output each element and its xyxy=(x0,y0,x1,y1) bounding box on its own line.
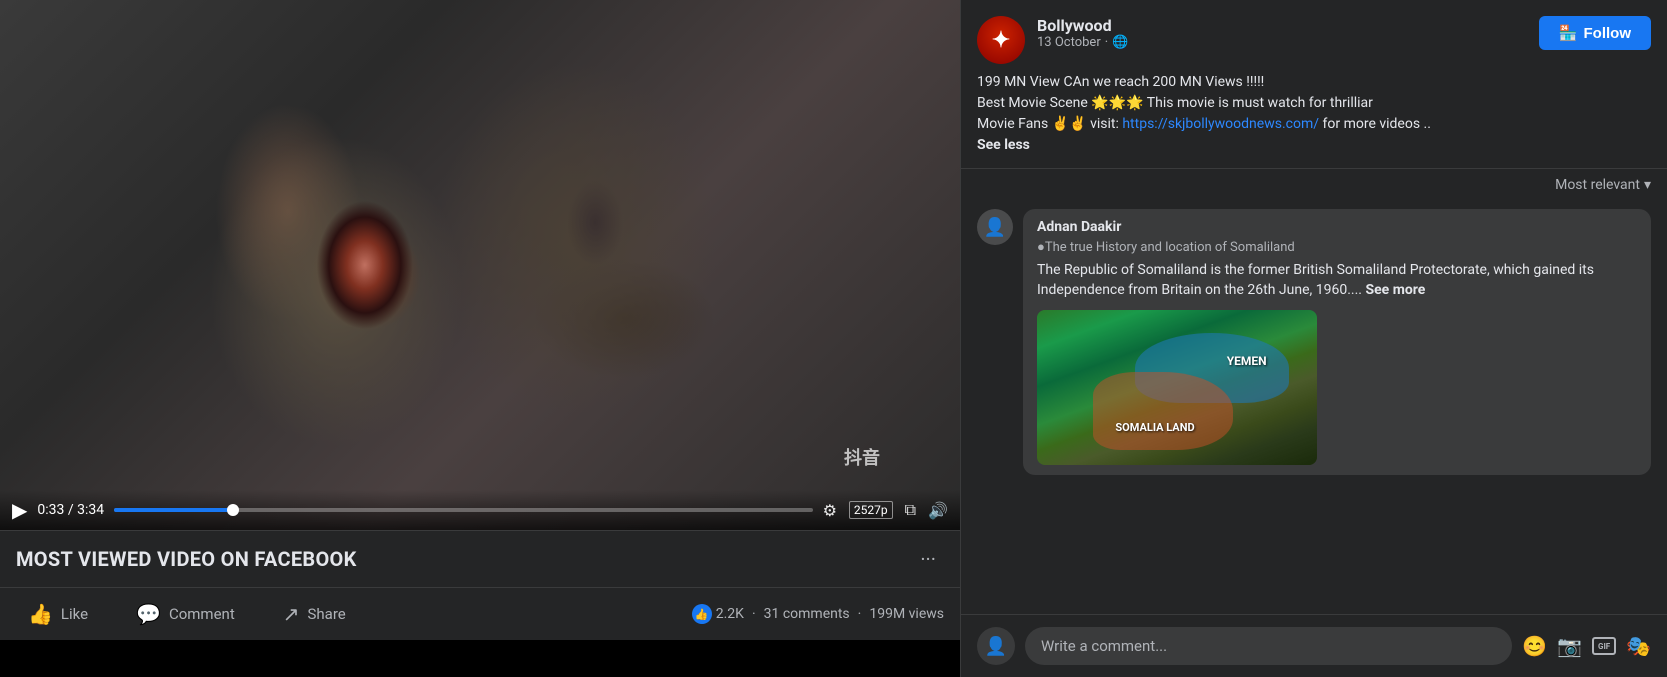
caption-line2: Best Movie Scene 🌟🌟🌟 This movie is must … xyxy=(977,93,1651,114)
separator-dot2: · xyxy=(858,606,862,622)
video-thumbnail xyxy=(0,0,960,530)
comment-input-icons: 😊 📷 GIF 🎭 xyxy=(1522,634,1651,658)
comments-section: Most relevant ▾ 👤 Adnan Daakir ●The true… xyxy=(961,168,1667,677)
control-icons: ⚙ 2527p ⧉ 🔊 xyxy=(823,500,948,520)
emoji-icon[interactable]: 😊 xyxy=(1522,634,1547,658)
post-title-bar: MOST VIEWED VIDEO ON FACEBOOK ··· xyxy=(0,530,960,587)
comment-input-box[interactable]: Write a comment... xyxy=(1025,627,1512,665)
like-label: Like xyxy=(61,605,88,623)
page-name[interactable]: Bollywood xyxy=(1037,16,1128,35)
comments-list: 👤 Adnan Daakir ●The true History and loc… xyxy=(961,201,1667,614)
map-label-somalia: SOMALIA LAND xyxy=(1115,421,1194,434)
comment-text: The Republic of Somaliland is the former… xyxy=(1037,261,1637,300)
page-meta: Bollywood 13 October · 🌐 xyxy=(1037,16,1128,50)
chevron-down-icon: ▾ xyxy=(1644,177,1651,193)
post-title: MOST VIEWED VIDEO ON FACEBOOK xyxy=(16,547,357,571)
post-date: 13 October · 🌐 xyxy=(1037,35,1128,50)
caption-line3: Movie Fans ✌✌ visit: https://skjbollywoo… xyxy=(977,114,1651,135)
comment-subtitle: ●The true History and location of Somali… xyxy=(1037,239,1637,255)
see-less-button[interactable]: See less xyxy=(977,137,1030,153)
commenter-avatar: 👤 xyxy=(977,627,1015,665)
progress-fill xyxy=(114,508,233,512)
see-more-button[interactable]: See more xyxy=(1365,282,1425,298)
more-options-button[interactable]: ··· xyxy=(912,543,944,575)
likes-value: 2.2K xyxy=(716,606,744,622)
post-header: ✦ Bollywood 13 October · 🌐 🏪 Follow xyxy=(961,0,1667,72)
post-caption: 199 MN View CAn we reach 200 MN Views !!… xyxy=(961,72,1667,168)
page-avatar-inner: ✦ xyxy=(977,16,1025,64)
play-button[interactable]: ▶ xyxy=(12,498,27,522)
share-icon: ↗ xyxy=(283,602,300,626)
like-button[interactable]: 👍 Like xyxy=(16,596,100,632)
camera-icon[interactable]: 📷 xyxy=(1557,634,1582,658)
tiktok-watermark: 抖音 xyxy=(844,444,880,470)
page-info: ✦ Bollywood 13 October · 🌐 xyxy=(977,16,1128,64)
comments-header: Most relevant ▾ xyxy=(961,168,1667,201)
gif-icon[interactable]: GIF xyxy=(1592,637,1616,655)
share-button[interactable]: ↗ Share xyxy=(271,596,358,632)
quality-badge: 2527p xyxy=(849,501,893,519)
like-count-icon: 👍 xyxy=(692,604,712,624)
post-stats: 👍 2.2K · 31 comments · 199M views xyxy=(692,604,944,624)
like-count: 👍 2.2K xyxy=(692,604,744,624)
comment-input-area: 👤 Write a comment... 😊 📷 GIF 🎭 xyxy=(961,614,1667,677)
sort-dropdown[interactable]: Most relevant ▾ xyxy=(1555,177,1651,193)
comment-avatar: 👤 xyxy=(977,209,1013,245)
comment-map: YEMEN SOMALIA LAND xyxy=(1037,310,1317,465)
progress-bar[interactable] xyxy=(114,508,812,512)
volume-icon[interactable]: 🔊 xyxy=(928,501,948,520)
comment-author: Adnan Daakir xyxy=(1037,219,1637,235)
comment-item: 👤 Adnan Daakir ●The true History and loc… xyxy=(977,209,1651,475)
comment-button[interactable]: 💬 Comment xyxy=(124,596,247,632)
caption-line1: 199 MN View CAn we reach 200 MN Views !!… xyxy=(977,72,1651,93)
views-count: 199M views xyxy=(869,606,944,622)
video-controls: ▶ 0:33 / 3:34 ⚙ 2527p ⧉ 🔊 xyxy=(0,490,960,530)
pip-icon[interactable]: ⧉ xyxy=(905,500,916,520)
time-display: 0:33 / 3:34 xyxy=(37,502,104,518)
comments-count: 31 comments xyxy=(764,606,850,622)
settings-icon[interactable]: ⚙ xyxy=(823,501,837,520)
comment-bubble: Adnan Daakir ●The true History and locat… xyxy=(1023,209,1651,475)
right-panel: ✦ Bollywood 13 October · 🌐 🏪 Follow 199 … xyxy=(960,0,1667,677)
comment-icon: 💬 xyxy=(136,602,161,626)
action-buttons: 👍 Like 💬 Comment ↗ Share xyxy=(16,596,358,632)
map-label-yemen: YEMEN xyxy=(1227,354,1267,368)
video-panel: 抖音 ▶ 0:33 / 3:34 ⚙ 2527p ⧉ 🔊 MOST VIEWED… xyxy=(0,0,960,677)
progress-dot xyxy=(227,504,239,516)
sort-label: Most relevant xyxy=(1555,177,1640,193)
share-label: Share xyxy=(308,605,346,623)
comment-label: Comment xyxy=(169,605,235,623)
follow-label: Follow xyxy=(1584,25,1632,42)
post-actions-bar: 👍 Like 💬 Comment ↗ Share 👍 2.2K · 31 com… xyxy=(0,587,960,640)
follow-button[interactable]: 🏪 Follow xyxy=(1539,16,1651,50)
page-avatar: ✦ xyxy=(977,16,1025,64)
map-visual: YEMEN SOMALIA LAND xyxy=(1037,310,1317,465)
separator-dot: · xyxy=(752,606,756,622)
follow-icon: 🏪 xyxy=(1559,24,1578,42)
caption-link[interactable]: https://skjbollywoodnews.com/ xyxy=(1122,116,1319,132)
like-icon: 👍 xyxy=(28,602,53,626)
video-container[interactable]: 抖音 ▶ 0:33 / 3:34 ⚙ 2527p ⧉ 🔊 xyxy=(0,0,960,530)
sticker-icon[interactable]: 🎭 xyxy=(1626,634,1651,658)
